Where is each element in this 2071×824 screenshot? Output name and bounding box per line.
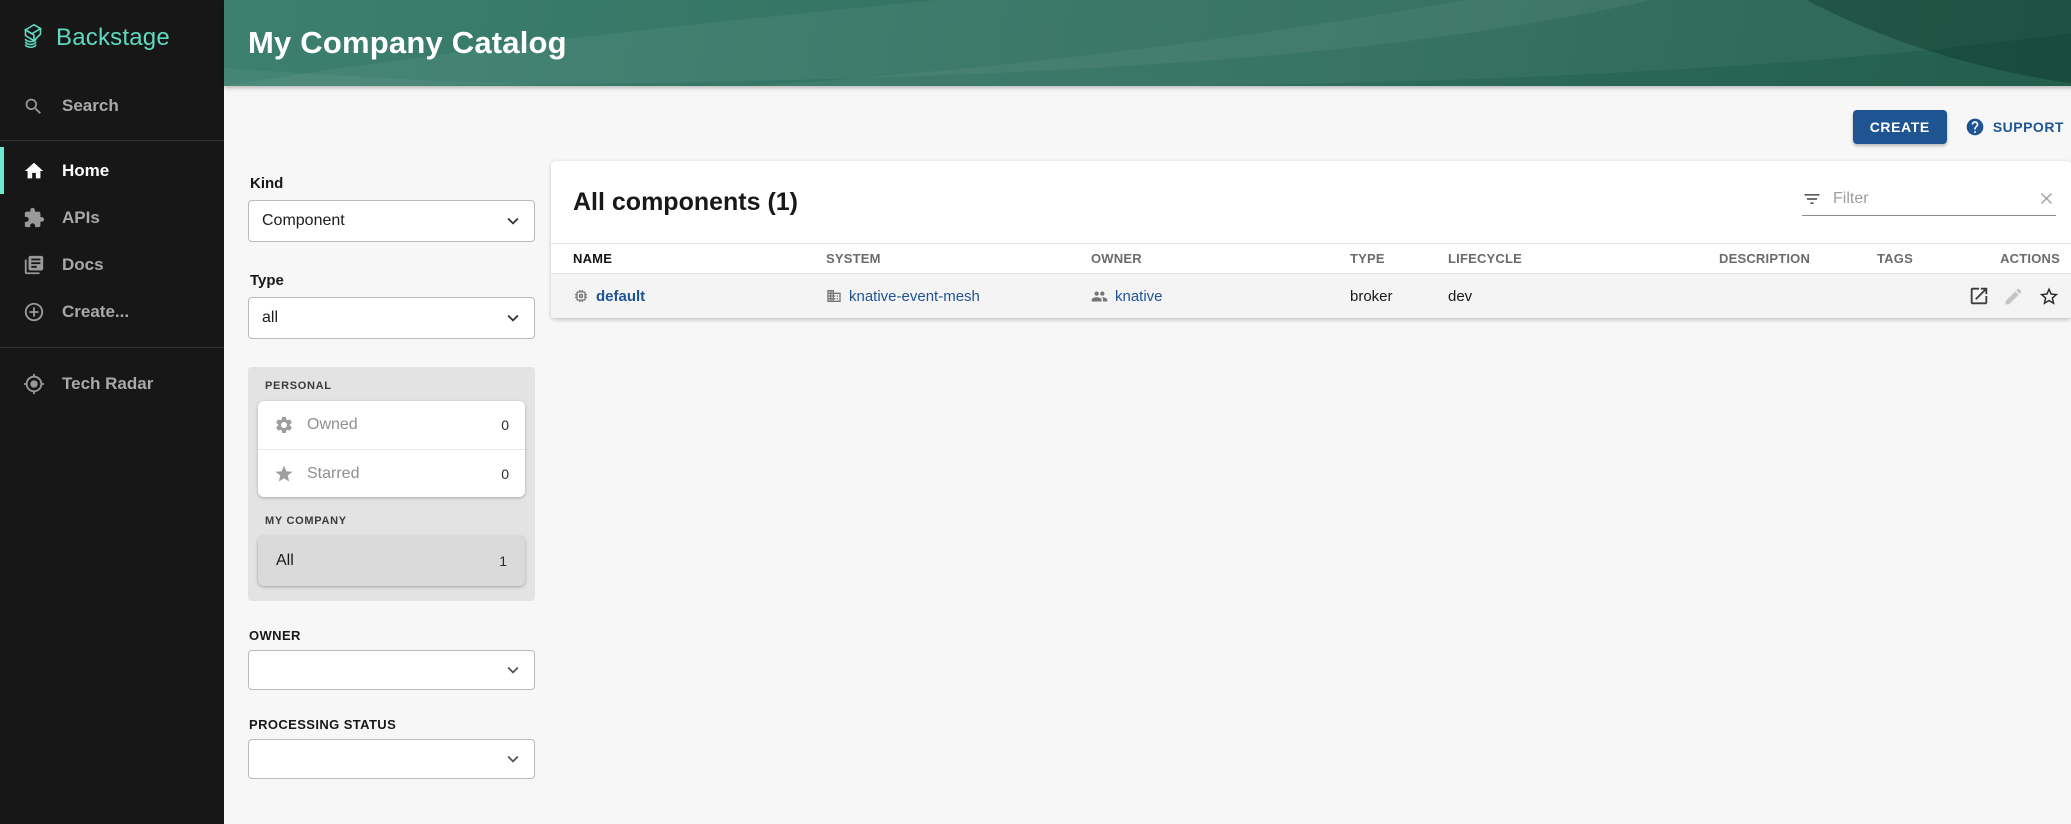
table-filter [1802, 189, 2056, 216]
sidebar: Backstage Search Home APIs Docs [0, 0, 224, 824]
open-in-new-icon[interactable] [1968, 285, 1990, 307]
kind-select[interactable]: Component [248, 200, 535, 242]
add-circle-icon [23, 301, 45, 323]
kind-select-value: Component [262, 212, 345, 230]
sidebar-item-home[interactable]: Home [0, 147, 224, 194]
docs-icon [23, 254, 45, 276]
toolbar: CREATE SUPPORT [224, 110, 2064, 144]
sidebar-item-search[interactable]: Search [0, 78, 224, 134]
type-label: Type [250, 272, 535, 289]
search-icon [23, 95, 45, 117]
processing-status-label: PROCESSING STATUS [249, 717, 535, 732]
company-section-title: MY COMPANY [265, 515, 525, 527]
group-icon [1091, 288, 1108, 305]
filter-item-label: All [276, 552, 294, 570]
clear-filter-icon[interactable] [2037, 189, 2056, 208]
system-name: knative-event-mesh [849, 288, 980, 305]
sidebar-item-create[interactable]: Create... [0, 288, 224, 335]
logo[interactable]: Backstage [0, 0, 224, 76]
system-link[interactable]: knative-event-mesh [826, 288, 1091, 305]
page-header: My Company Catalog [224, 0, 2071, 86]
chevron-down-icon [502, 659, 524, 681]
home-icon [23, 160, 45, 182]
column-header-description[interactable]: DESCRIPTION [1719, 251, 1877, 266]
sidebar-item-label: Home [62, 161, 109, 181]
logo-wordmark: Backstage [56, 24, 170, 52]
sidebar-item-docs[interactable]: Docs [0, 241, 224, 288]
table-row: default knative-event-mesh [551, 274, 2071, 319]
user-list-picker: PERSONAL Owned 0 [248, 367, 535, 601]
support-button[interactable]: SUPPORT [1965, 117, 2064, 137]
kind-label: Kind [250, 175, 535, 192]
owner-label: OWNER [249, 628, 535, 643]
sidebar-item-label: Create... [62, 302, 129, 322]
column-header-name[interactable]: NAME [573, 251, 826, 266]
create-button[interactable]: CREATE [1853, 110, 1947, 144]
sidebar-item-tech-radar[interactable]: Tech Radar [0, 360, 224, 407]
filter-item-label: Starred [307, 465, 359, 483]
filter-item-owned[interactable]: Owned 0 [258, 401, 525, 449]
backstage-logo-icon [18, 20, 48, 57]
personal-section-title: PERSONAL [265, 380, 525, 392]
filter-item-count: 0 [501, 417, 509, 433]
owner-select[interactable] [248, 650, 535, 690]
sidebar-item-label: APIs [62, 208, 100, 228]
component-chip-icon [573, 288, 589, 304]
chevron-down-icon [502, 748, 524, 770]
star-outline-icon[interactable] [2038, 285, 2060, 307]
chevron-down-icon [502, 210, 524, 232]
help-icon [1965, 117, 1985, 137]
column-header-system[interactable]: SYSTEM [826, 251, 1091, 266]
catalog-filters: Kind Component Type all [248, 161, 535, 779]
sidebar-item-label: Docs [62, 255, 104, 275]
table-title: All components (1) [573, 188, 798, 217]
system-domain-icon [826, 288, 842, 304]
owner-link[interactable]: knative [1091, 288, 1350, 305]
filter-item-all[interactable]: All 1 [258, 536, 525, 586]
filter-list-icon [1802, 189, 1822, 209]
name-cell: default [573, 288, 826, 305]
extension-icon [23, 207, 45, 229]
edit-icon[interactable] [2003, 285, 2025, 307]
owner-cell: knative [1091, 288, 1350, 305]
actions-cell [1968, 285, 2071, 307]
filter-item-label: Owned [307, 416, 358, 434]
type-cell: broker [1350, 288, 1448, 305]
entity-link[interactable]: default [573, 288, 826, 305]
backstage-app: Backstage Search Home APIs Docs [0, 0, 2071, 824]
system-cell: knative-event-mesh [826, 288, 1091, 305]
column-header-type[interactable]: TYPE [1350, 251, 1448, 266]
personal-card: Owned 0 Starred 0 [258, 401, 525, 497]
filter-item-starred[interactable]: Starred 0 [258, 449, 525, 497]
chevron-down-icon [502, 307, 524, 329]
column-header-actions: ACTIONS [2000, 251, 2071, 266]
column-header-lifecycle[interactable]: LIFECYCLE [1448, 251, 1719, 266]
star-icon [274, 464, 294, 484]
table-header-row: NAME SYSTEM OWNER TYPE LIFECYCLE DESCRIP… [551, 243, 2071, 274]
settings-icon [274, 415, 294, 435]
table-filter-input[interactable] [1831, 189, 2028, 209]
column-header-tags[interactable]: TAGS [1877, 251, 1968, 266]
lifecycle-cell: dev [1448, 288, 1719, 305]
sidebar-item-apis[interactable]: APIs [0, 194, 224, 241]
sidebar-divider [0, 347, 224, 348]
sidebar-item-label: Tech Radar [62, 374, 153, 394]
entity-name: default [596, 288, 645, 305]
filter-item-count: 0 [501, 466, 509, 482]
content: CREATE SUPPORT Kind Component [224, 86, 2071, 824]
components-table-card: All components (1) NAME [551, 161, 2071, 319]
radar-icon [23, 373, 45, 395]
type-select-value: all [262, 309, 278, 327]
filter-item-count: 1 [499, 553, 507, 569]
sidebar-item-label: Search [62, 96, 119, 116]
sidebar-divider [0, 140, 224, 141]
column-header-owner[interactable]: OWNER [1091, 251, 1350, 266]
owner-name: knative [1115, 288, 1163, 305]
page-title: My Company Catalog [248, 25, 567, 61]
type-select[interactable]: all [248, 297, 535, 339]
support-label: SUPPORT [1993, 119, 2064, 135]
processing-status-select[interactable] [248, 739, 535, 779]
